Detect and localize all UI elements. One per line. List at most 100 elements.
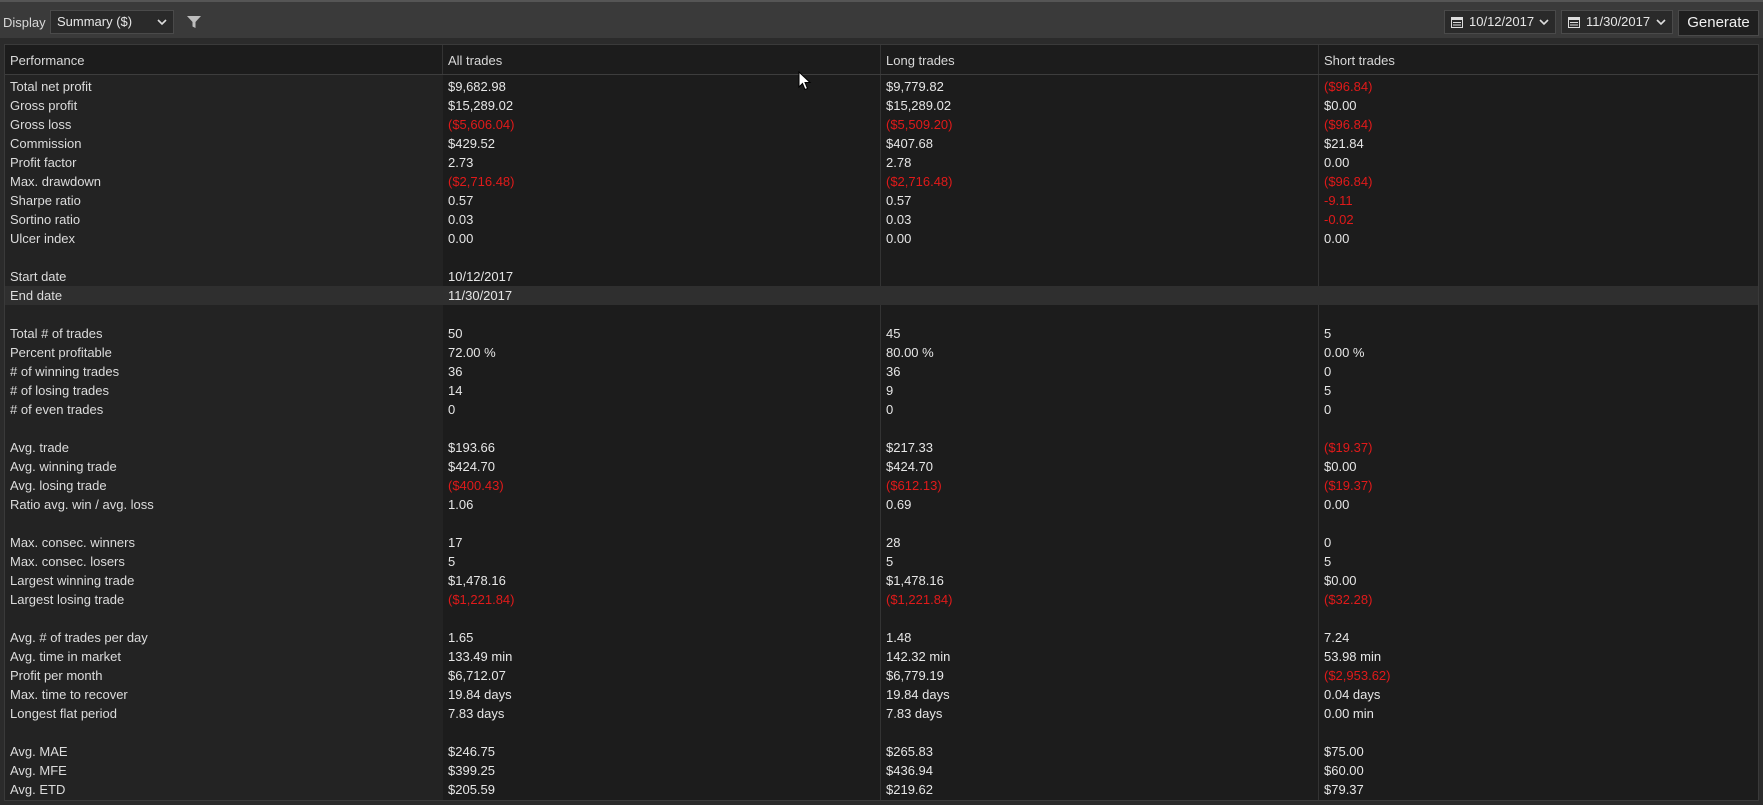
row-label: Largest losing trade <box>10 592 125 607</box>
table-row[interactable]: Gross profit $15,289.02 $15,289.02 $0.00 <box>5 96 1758 115</box>
row-label: Profit per month <box>10 668 103 683</box>
table-row[interactable]: Start date 10/12/2017 <box>5 267 1758 286</box>
row-value: 7.83 days <box>886 706 943 721</box>
table-row[interactable]: Gross loss ($5,606.04) ($5,509.20) ($96.84) <box>5 115 1758 134</box>
row-label: Gross loss <box>10 117 72 132</box>
row-label: End date <box>10 288 63 303</box>
table-row-spacer <box>5 609 1758 628</box>
table-row[interactable]: Ulcer index 0.00 0.00 0.00 <box>5 229 1758 248</box>
row-value: 0 <box>448 402 456 417</box>
table-row[interactable]: # of winning trades 36 36 0 <box>5 362 1758 381</box>
table-row[interactable]: Total net profit $9,682.98 $9,779.82 ($96.8… <box>5 77 1758 96</box>
row-value: 17 <box>448 535 463 550</box>
table-row[interactable]: Avg. ETD $205.59 $219.62 $79.37 <box>5 780 1758 799</box>
row-value: 5 <box>886 554 894 569</box>
table-row[interactable]: Profit per month $6,712.07 $6,779.19 ($2,95… <box>5 666 1758 685</box>
chevron-down-icon <box>1656 19 1666 26</box>
row-value: $424.70 <box>886 459 933 474</box>
table-row[interactable]: Max. consec. winners 17 28 0 <box>5 533 1758 552</box>
table-row[interactable]: Avg. trade $193.66 $217.33 ($19.37) <box>5 438 1758 457</box>
row-label: # of losing trades <box>10 383 110 398</box>
row-value: $21.84 <box>1324 136 1364 151</box>
table-row[interactable]: Total # of trades 50 45 5 <box>5 324 1758 343</box>
row-value: 5 <box>1324 326 1332 341</box>
row-value: $205.59 <box>448 782 495 797</box>
row-label: Total # of trades <box>10 326 103 341</box>
table-row[interactable]: Sharpe ratio 0.57 0.57 -9.11 <box>5 191 1758 210</box>
row-value: ($5,509.20) <box>886 117 953 132</box>
row-value: 80.00 % <box>886 345 934 360</box>
column-header-long-trades[interactable]: Long trades <box>881 45 1319 74</box>
row-value: ($96.84) <box>1324 117 1373 132</box>
row-value: $75.00 <box>1324 744 1364 759</box>
row-value: 0.00 <box>886 231 912 246</box>
row-value: 0.69 <box>886 497 912 512</box>
row-value: 0.00 <box>448 231 474 246</box>
row-value: 0.00 % <box>1324 345 1365 360</box>
chevron-down-icon <box>157 19 167 26</box>
row-value: 19.84 days <box>448 687 512 702</box>
row-value: ($5,606.04) <box>448 117 515 132</box>
start-date-picker[interactable]: 10/12/2017 <box>1444 10 1556 34</box>
row-label: Commission <box>10 136 82 151</box>
table-row[interactable]: End date 11/30/2017 <box>5 286 1758 305</box>
table-row-spacer <box>5 305 1758 324</box>
row-value: $15,289.02 <box>448 98 514 113</box>
table-row[interactable]: Avg. losing trade ($400.43) ($612.13) ($19.… <box>5 476 1758 495</box>
display-select[interactable]: Summary ($) <box>50 10 174 34</box>
row-value: ($2,953.62) <box>1324 668 1391 683</box>
row-value: 0.00 <box>1324 231 1350 246</box>
table-row[interactable]: Max. time to recover 19.84 days 19.84 days… <box>5 685 1758 704</box>
row-value: 14 <box>448 383 463 398</box>
row-value: 1.06 <box>448 497 474 512</box>
row-value: $6,712.07 <box>448 668 506 683</box>
end-date-value: 11/30/2017 <box>1586 14 1651 29</box>
row-value: 7.83 days <box>448 706 505 721</box>
row-value: 0.03 <box>886 212 912 227</box>
table-row[interactable]: Avg. MFE $399.25 $436.94 $60.00 <box>5 761 1758 780</box>
table-row[interactable]: Commission $429.52 $407.68 $21.84 <box>5 134 1758 153</box>
row-value: 2.78 <box>886 155 912 170</box>
row-value: $6,779.19 <box>886 668 944 683</box>
display-label: Display <box>3 15 46 30</box>
row-value: $217.33 <box>886 440 933 455</box>
table-row[interactable]: Longest flat period 7.83 days 7.83 days 0.0… <box>5 704 1758 723</box>
table-row[interactable]: # of losing trades 14 9 5 <box>5 381 1758 400</box>
filter-icon[interactable] <box>186 14 202 30</box>
row-value: 9 <box>886 383 894 398</box>
table-row[interactable]: Largest winning trade $1,478.16 $1,478.16 $… <box>5 571 1758 590</box>
table-row[interactable]: Max. drawdown ($2,716.48) ($2,716.48) ($96.… <box>5 172 1758 191</box>
row-value: 142.32 min <box>886 649 951 664</box>
table-row[interactable]: Sortino ratio 0.03 0.03 -0.02 <box>5 210 1758 229</box>
row-value: ($96.84) <box>1324 79 1373 94</box>
row-value: 0.00 <box>1324 497 1350 512</box>
display-select-value: Summary ($) <box>57 14 133 29</box>
table-row[interactable]: Ratio avg. win / avg. loss 1.06 0.69 0.00 <box>5 495 1758 514</box>
end-date-picker[interactable]: 11/30/2017 <box>1561 10 1673 34</box>
calendar-icon <box>1568 17 1580 28</box>
table-row[interactable]: Avg. winning trade $424.70 $424.70 $0.00 <box>5 457 1758 476</box>
table-row[interactable]: Profit factor 2.73 2.78 0.00 <box>5 153 1758 172</box>
table-row[interactable]: Max. consec. losers 5 5 5 <box>5 552 1758 571</box>
table-row[interactable]: Avg. MAE $246.75 $265.83 $75.00 <box>5 742 1758 761</box>
row-label: Ulcer index <box>10 231 76 246</box>
row-value: 5 <box>1324 383 1332 398</box>
row-value: 1.65 <box>448 630 474 645</box>
table-row[interactable]: Largest losing trade ($1,221.84) ($1,221.8… <box>5 590 1758 609</box>
generate-button[interactable]: Generate <box>1678 10 1759 36</box>
table-row[interactable]: Avg. time in market 133.49 min 142.32 min 5… <box>5 647 1758 666</box>
grid-header: Performance All trades Long trades Short… <box>5 45 1758 75</box>
row-value: $429.52 <box>448 136 495 151</box>
table-row[interactable]: Avg. # of trades per day 1.65 1.48 7.24 <box>5 628 1758 647</box>
row-value: $219.62 <box>886 782 933 797</box>
column-header-performance[interactable]: Performance <box>5 45 443 74</box>
row-label: Longest flat period <box>10 706 117 721</box>
table-row[interactable]: Percent profitable 72.00 % 80.00 % 0.00 % <box>5 343 1758 362</box>
column-header-short-trades[interactable]: Short trades <box>1319 45 1758 74</box>
row-value: $436.94 <box>886 763 933 778</box>
row-value: $15,289.02 <box>886 98 952 113</box>
row-label: Max. time to recover <box>10 687 128 702</box>
column-header-all-trades[interactable]: All trades <box>443 45 881 74</box>
table-row[interactable]: # of even trades 0 0 0 <box>5 400 1758 419</box>
row-label: Sortino ratio <box>10 212 81 227</box>
